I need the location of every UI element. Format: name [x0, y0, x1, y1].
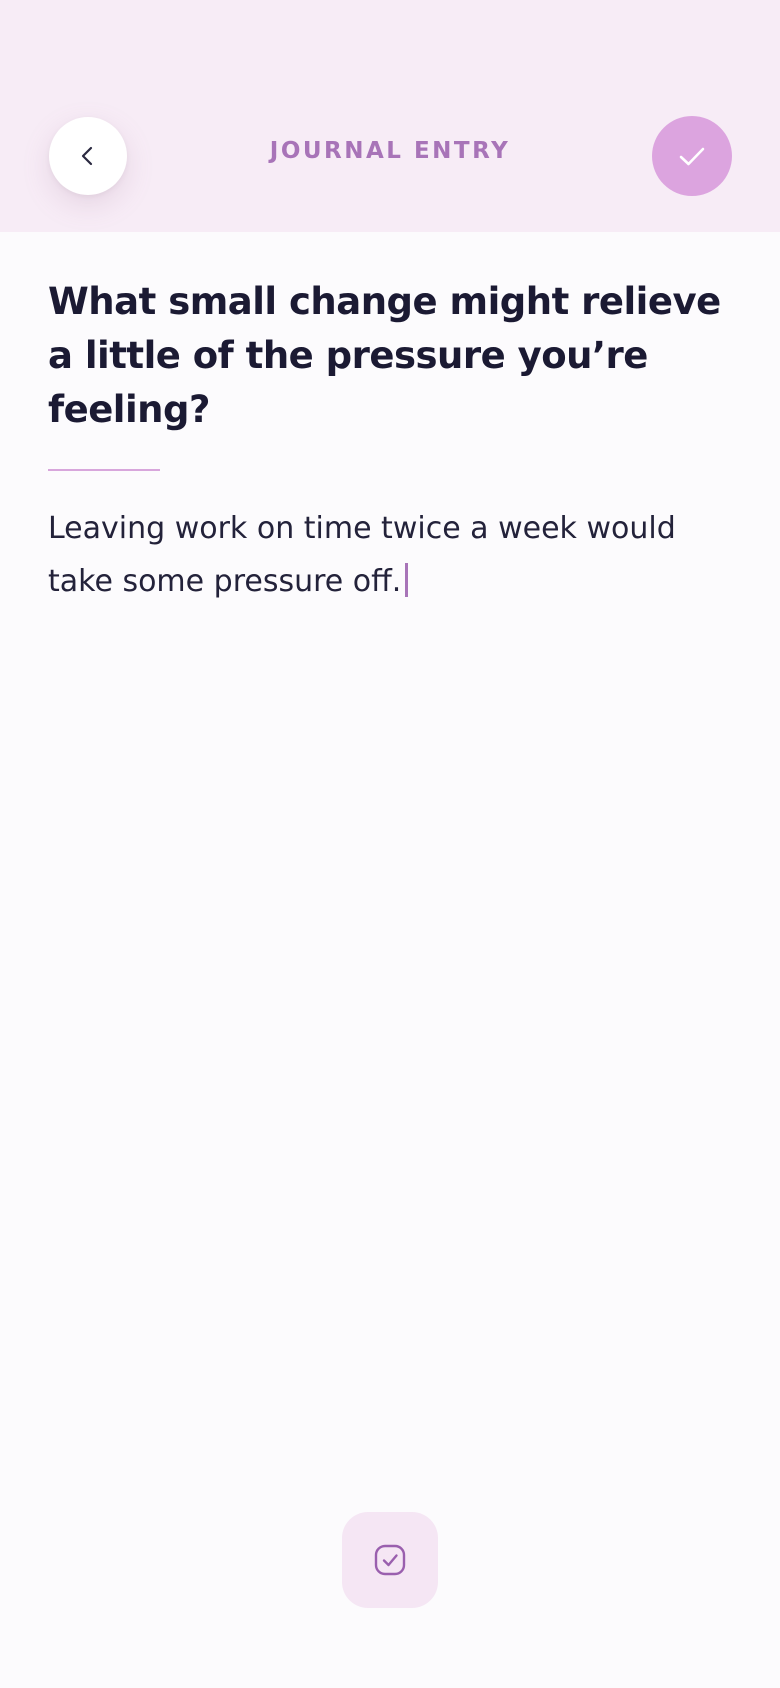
- journal-prompt-question: What small change might relieve a little…: [48, 280, 721, 431]
- save-entry-button[interactable]: [652, 116, 732, 196]
- journal-answer-textarea[interactable]: Leaving work on time twice a week would …: [48, 502, 738, 608]
- text-cursor: [405, 563, 409, 597]
- journal-answer-text: Leaving work on time twice a week would …: [48, 511, 676, 599]
- prompt-divider: [48, 469, 160, 471]
- check-square-icon: [372, 1542, 408, 1578]
- journal-entry-screen: JOURNAL ENTRY What small change might re…: [0, 0, 780, 1688]
- check-icon: [675, 139, 709, 173]
- complete-entry-button[interactable]: [342, 1512, 438, 1608]
- header-bar: JOURNAL ENTRY: [0, 0, 780, 232]
